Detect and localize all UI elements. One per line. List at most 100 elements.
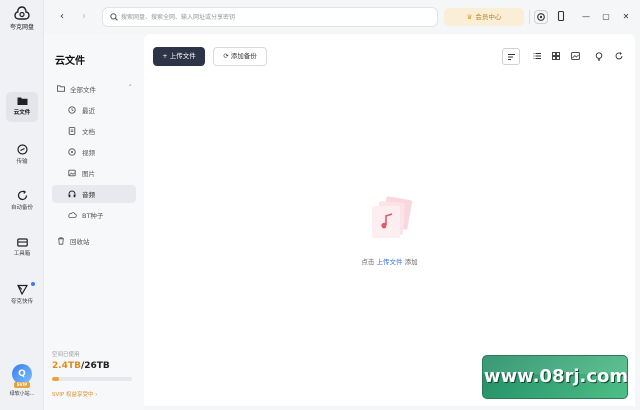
- mobile-button[interactable]: [554, 10, 568, 24]
- refresh-icon: [615, 52, 623, 60]
- folder-outline-icon: [57, 85, 65, 92]
- minimize-icon: —: [582, 12, 590, 21]
- music-note-icon: [372, 196, 413, 238]
- storage-progress-bar: [52, 377, 132, 381]
- rail-item-cloud-files[interactable]: 云文件: [6, 92, 38, 122]
- add-backup-button[interactable]: ⟳ 添加备份: [213, 47, 267, 66]
- clock-icon: [68, 106, 76, 114]
- rail-item-label: 云文件: [13, 110, 31, 116]
- search-bar[interactable]: [102, 7, 438, 27]
- chevron-left-icon: ‹: [60, 11, 64, 22]
- rail-item-label: 传输: [16, 159, 28, 165]
- tree-item-recycle-bin[interactable]: 回收站: [52, 232, 136, 250]
- tree-item-images[interactable]: 图片: [52, 164, 136, 182]
- plus-icon: +: [162, 52, 170, 60]
- empty-audio-illustration: [368, 196, 414, 244]
- app-logo[interactable]: 夸克网盘: [6, 6, 38, 31]
- rail-item-auto-backup[interactable]: 自动备份: [6, 186, 38, 216]
- search-icon: [110, 13, 118, 21]
- divider: [529, 10, 530, 24]
- app-logo-text: 夸克网盘: [9, 24, 34, 31]
- rail-item-transfer[interactable]: 传输: [6, 140, 38, 170]
- image-icon: [68, 169, 76, 177]
- tree-item-label: 音频: [82, 191, 95, 199]
- grid-view-icon: [552, 52, 560, 60]
- forward-button[interactable]: ›: [78, 11, 90, 23]
- rail-item-label: 夸克快传: [10, 299, 33, 305]
- lightbulb-icon: [595, 52, 603, 61]
- tree-item-label: BT种子: [82, 212, 104, 220]
- crown-icon: ♛: [466, 13, 473, 21]
- add-backup-label: 添加备份: [230, 52, 257, 60]
- rail-item-toolbox[interactable]: 工具箱: [6, 233, 38, 263]
- tree-item-label: 视频: [82, 149, 95, 157]
- gear-icon: [537, 13, 545, 21]
- rail-item-label: 自动备份: [10, 205, 33, 211]
- upload-file-link[interactable]: 上传文件: [377, 258, 403, 266]
- back-button[interactable]: ‹: [56, 11, 68, 23]
- user-name: 绿软小站...: [9, 391, 35, 397]
- rail-item-label: 工具箱: [13, 251, 31, 257]
- close-button[interactable]: ✕: [620, 10, 632, 24]
- svip-promo-link[interactable]: SVIP 权益享受中 ›: [52, 390, 97, 398]
- main-content: + 上传文件 ⟳ 添加备份 点击 上传文件 添加: [144, 34, 635, 406]
- maximize-button[interactable]: ▢: [600, 10, 612, 24]
- grid-view-button[interactable]: [547, 48, 565, 65]
- phone-icon: [557, 10, 565, 22]
- panel-title: 云文件: [55, 56, 85, 67]
- tree-item-recent[interactable]: 最近: [52, 101, 136, 119]
- tree-item-bt-torrents[interactable]: BT种子: [52, 206, 136, 224]
- video-icon: [68, 148, 76, 156]
- toolbox-icon: [16, 238, 28, 247]
- tree-item-videos[interactable]: 视频: [52, 143, 136, 161]
- upload-file-button[interactable]: + 上传文件: [153, 47, 205, 66]
- storage-label: 空间已使用: [52, 352, 80, 358]
- tree-item-label: 图片: [82, 170, 95, 178]
- avatar: Q SVIP: [12, 364, 32, 388]
- storage-total: 26TB: [84, 361, 110, 371]
- cloud-logo-icon: [14, 6, 30, 20]
- search-input[interactable]: [121, 11, 431, 24]
- thumbnail-view-icon: [570, 52, 580, 60]
- left-rail: 夸克网盘 云文件 传输 自动备份 工具箱 夸克快传 Q SVIP 绿软小站...: [0, 0, 44, 410]
- tree-item-label: 全部文件: [70, 86, 96, 94]
- bt-icon: [68, 212, 77, 218]
- tree-item-label: 回收站: [70, 238, 90, 246]
- tree-item-label: 最近: [82, 107, 95, 115]
- settings-button[interactable]: [534, 10, 548, 24]
- vip-center-label: 会员中心: [475, 13, 502, 21]
- storage-progress-fill: [52, 377, 60, 381]
- vip-center-button[interactable]: ♛ 会员中心: [444, 8, 524, 26]
- tree-item-documents[interactable]: 文档: [52, 122, 136, 140]
- notification-dot: [31, 282, 35, 286]
- list-view-icon: [533, 53, 541, 59]
- user-profile[interactable]: Q SVIP 绿软小站...: [4, 364, 40, 397]
- empty-state-text: 点击 上传文件 添加: [144, 256, 635, 266]
- chevron-up-icon[interactable]: ˄: [129, 84, 133, 92]
- minimize-button[interactable]: —: [580, 10, 592, 24]
- chevron-right-icon: ›: [82, 11, 86, 22]
- backup-icon: [17, 190, 27, 201]
- site-watermark: www.08rj.com: [482, 355, 628, 399]
- upload-file-label: 上传文件: [169, 52, 196, 60]
- sort-icon: [507, 54, 515, 60]
- avatar-letter: Q: [18, 369, 26, 379]
- top-bar: ‹ › ♛会员中心 — ▢ ✕: [44, 0, 640, 34]
- tree-item-all-files[interactable]: 全部文件 ˄: [52, 80, 136, 98]
- tree-item-label: 文档: [82, 128, 95, 136]
- refresh-icon: ⟳: [223, 52, 231, 60]
- refresh-button[interactable]: [610, 48, 628, 65]
- tree-item-audio[interactable]: 音频: [52, 185, 136, 203]
- headphones-icon: [68, 190, 76, 198]
- close-icon: ✕: [622, 12, 630, 21]
- rail-item-quark-send[interactable]: 夸克快传: [6, 280, 38, 310]
- empty-suffix: 添加: [402, 258, 418, 266]
- help-button[interactable]: [590, 48, 608, 65]
- list-view-button[interactable]: [528, 48, 546, 65]
- watermark-text: www.08rj.com: [483, 366, 628, 387]
- document-icon: [68, 127, 76, 135]
- empty-prefix: 点击: [361, 258, 377, 266]
- sort-button[interactable]: [502, 48, 520, 65]
- side-panel: 云文件 全部文件 ˄ 最近 文档 视频 图片 音频 BT种子 回收站 空间已使用…: [44, 34, 144, 410]
- thumbnail-view-button[interactable]: [566, 48, 584, 65]
